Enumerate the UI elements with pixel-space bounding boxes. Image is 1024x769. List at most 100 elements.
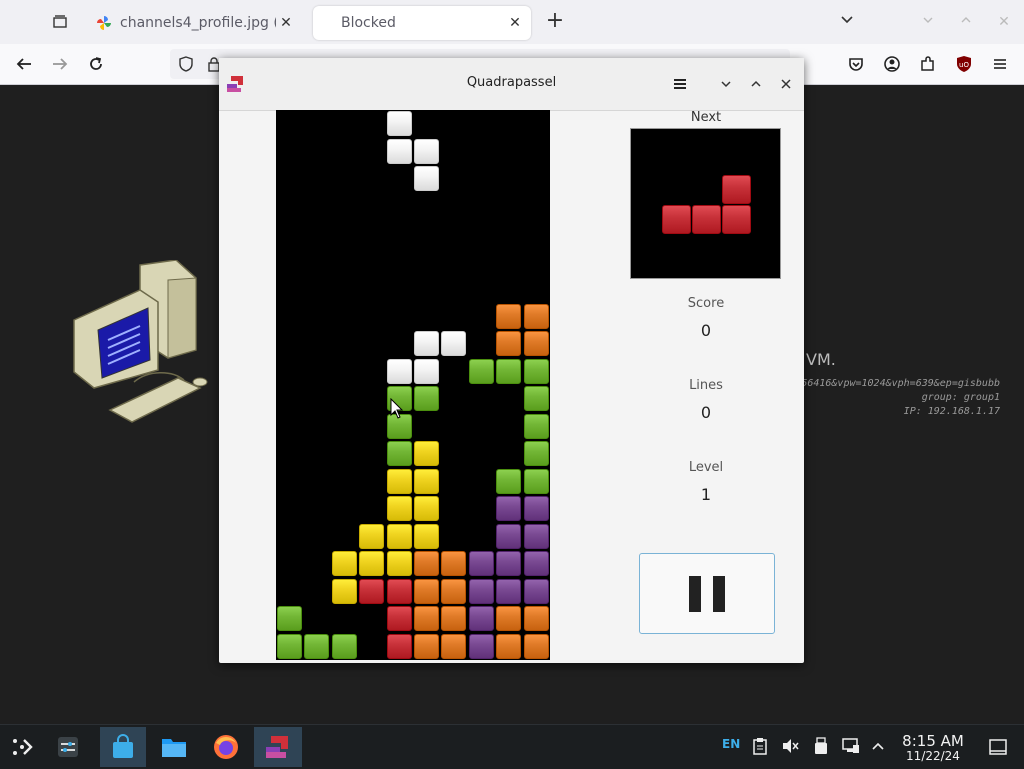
tetromino-block: [524, 441, 549, 466]
window-maximize-button[interactable]: [746, 74, 766, 94]
chevron-down-icon: [721, 81, 731, 88]
tab-image[interactable]: channels4_profile.jpg (JPEG ✕: [88, 6, 302, 40]
tab-list-button[interactable]: [48, 10, 72, 34]
forward-button[interactable]: [48, 52, 72, 76]
tab-title: channels4_profile.jpg (JPEG: [120, 15, 276, 31]
tetromino-block: [524, 386, 549, 411]
tetromino-block: [387, 606, 412, 631]
tetromino-block: [524, 524, 549, 549]
close-window-icon[interactable]: ✕: [992, 10, 1016, 34]
tetromino-block: [469, 634, 494, 659]
tetromino-block: [387, 359, 412, 384]
tab-close-icon[interactable]: ✕: [276, 15, 296, 31]
tetromino-block: [662, 205, 691, 234]
shield-icon: [179, 56, 193, 72]
tetromino-block: [414, 139, 439, 164]
network-wired-icon[interactable]: [842, 737, 860, 755]
tetromino-block: [524, 634, 549, 659]
quadrapassel-taskbar-button[interactable]: [254, 727, 302, 767]
clipboard-icon[interactable]: [752, 737, 768, 755]
tetromino-block: [524, 304, 549, 329]
tetromino-block: [414, 359, 439, 384]
tetromino-block: [387, 441, 412, 466]
application-launcher-button[interactable]: [0, 727, 44, 767]
puzzle-icon: [921, 56, 934, 71]
tetromino-block: [524, 414, 549, 439]
tetromino-block: [359, 551, 384, 576]
ip-label: IP: 192.168.1.17: [903, 406, 1000, 417]
back-button[interactable]: [12, 52, 36, 76]
tab-blocked[interactable]: Blocked ✕: [313, 6, 531, 40]
extensions-button[interactable]: [916, 52, 940, 76]
close-icon: [781, 79, 791, 89]
usb-device-icon[interactable]: [814, 737, 828, 755]
level-label: Level: [688, 460, 724, 475]
clock[interactable]: 8:15 AM 11/22/24: [895, 733, 971, 763]
tetromino-block: [524, 606, 549, 631]
tetromino-block: [414, 166, 439, 191]
tab-close-icon[interactable]: ✕: [505, 15, 525, 31]
menu-button[interactable]: [988, 52, 1012, 76]
tetromino-block: [469, 359, 494, 384]
pocket-button[interactable]: [844, 52, 868, 76]
file-manager-button[interactable]: [152, 727, 196, 767]
minimize-icon[interactable]: [916, 10, 940, 34]
firefox-button[interactable]: [204, 727, 248, 767]
keyboard-layout[interactable]: EN: [722, 737, 740, 751]
tetromino-block: [524, 331, 549, 356]
mouse-cursor-icon: [390, 398, 404, 419]
tetromino-block: [496, 524, 521, 549]
game-menu-button[interactable]: [670, 74, 690, 94]
pinwheel-icon: [97, 16, 111, 30]
tetromino-block: [441, 551, 466, 576]
tetromino-block: [496, 469, 521, 494]
tetromino-block: [414, 469, 439, 494]
tetromino-block: [359, 524, 384, 549]
tetromino-block: [332, 634, 357, 659]
volume-muted-icon[interactable]: [781, 737, 799, 755]
tetromino-block: [304, 634, 329, 659]
tetromino-block: [359, 579, 384, 604]
tetromino-block: [496, 606, 521, 631]
new-tab-button[interactable]: +: [543, 10, 567, 34]
tetromino-block: [414, 524, 439, 549]
lines-value: 0: [700, 403, 712, 422]
score-value: 0: [700, 321, 712, 340]
tetromino-block: [496, 551, 521, 576]
tab-title: Blocked: [341, 15, 396, 31]
tetromino-block: [414, 634, 439, 659]
quadrapassel-window: Quadrapassel Next Score 0 Lines 0 Level …: [219, 58, 804, 663]
show-hidden-icons-chevron-icon[interactable]: [871, 740, 885, 752]
lines-label: Lines: [689, 378, 723, 393]
pause-button[interactable]: [639, 553, 775, 634]
account-icon: [884, 56, 900, 72]
window-close-button[interactable]: [776, 74, 796, 94]
ublock-button[interactable]: uO: [952, 52, 976, 76]
tetromino-block: [469, 579, 494, 604]
window-minimize-button[interactable]: [716, 74, 736, 94]
system-settings-button[interactable]: [46, 727, 90, 767]
clock-date: 11/22/24: [906, 749, 960, 763]
tetromino-block: [414, 551, 439, 576]
tetromino-block: [387, 524, 412, 549]
group-label: group: group1: [921, 392, 1000, 403]
forward-arrow-icon: [53, 58, 68, 70]
tetromino-block: [524, 579, 549, 604]
reload-button[interactable]: [84, 52, 108, 76]
tetromino-block: [387, 634, 412, 659]
reload-icon: [90, 57, 102, 70]
account-button[interactable]: [880, 52, 904, 76]
tetromino-block: [387, 469, 412, 494]
back-arrow-icon: [16, 58, 31, 70]
tetromino-block: [524, 469, 549, 494]
vm-text: VM.: [806, 350, 836, 369]
discover-button[interactable]: [100, 727, 146, 767]
tetromino-block: [277, 606, 302, 631]
tetromino-block: [414, 606, 439, 631]
show-desktop-icon[interactable]: [989, 738, 1007, 756]
tetromino-block: [496, 579, 521, 604]
hamburger-menu-icon: [674, 79, 686, 89]
maximize-icon[interactable]: [954, 10, 978, 34]
list-all-tabs-icon[interactable]: [835, 10, 859, 34]
game-board[interactable]: [276, 110, 550, 660]
